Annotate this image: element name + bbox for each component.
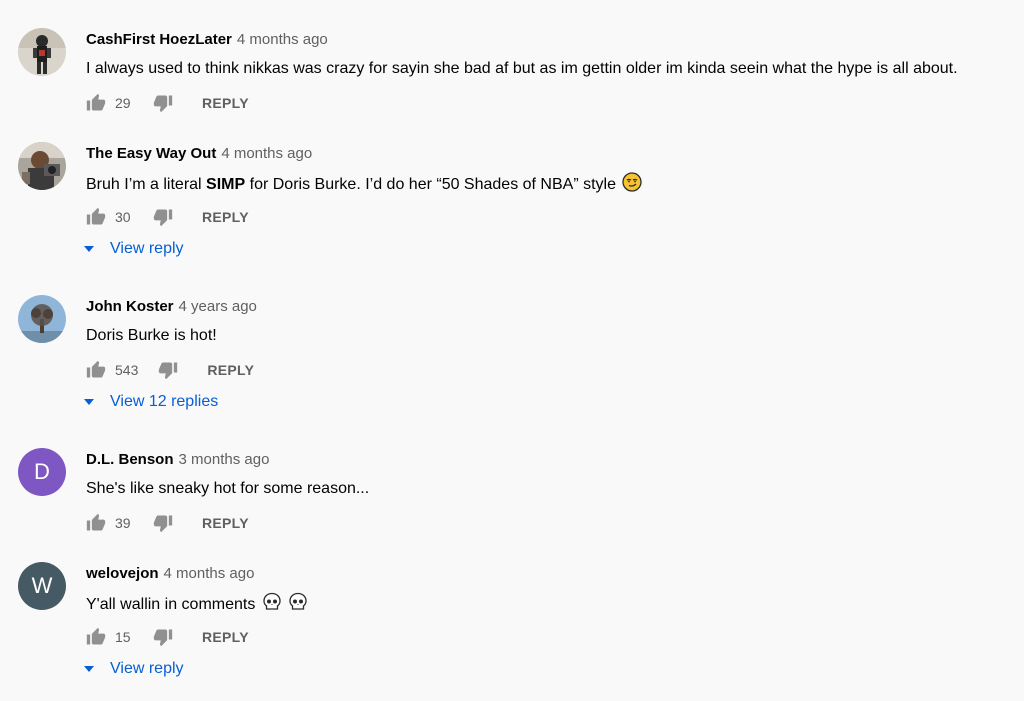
thumb-up-icon[interactable]	[86, 360, 106, 380]
comment-author[interactable]: D.L. Benson	[86, 451, 174, 468]
comment-header: John Koster 4 years ago	[86, 297, 257, 317]
skull-emoji-icon	[289, 592, 307, 610]
like-count: 543	[115, 362, 139, 378]
thumb-up-icon[interactable]	[86, 513, 106, 533]
comment-actions: 29 REPLY	[86, 92, 249, 114]
like-count: 30	[115, 209, 131, 225]
avatar-letter: W	[31, 573, 53, 598]
smirk-emoji-icon	[622, 172, 643, 192]
comment-text: I always used to think nikkas was crazy …	[86, 60, 958, 77]
like-count: 15	[115, 629, 131, 645]
thumb-up-icon[interactable]	[86, 93, 106, 113]
comment-header: The Easy Way Out 4 months ago	[86, 144, 312, 164]
view-replies-button[interactable]: View reply	[84, 660, 184, 678]
comment-header: CashFirst HoezLater 4 months ago	[86, 30, 328, 50]
caret-down-icon	[84, 399, 94, 405]
like-count: 29	[115, 95, 131, 111]
view-replies-label: View reply	[110, 660, 184, 677]
comment-text: Doris Burke is hot!	[86, 327, 217, 344]
thumb-up-icon[interactable]	[86, 627, 106, 647]
thumb-down-icon[interactable]	[153, 207, 173, 227]
view-replies-button[interactable]: View 12 replies	[84, 393, 218, 411]
reply-button[interactable]: REPLY	[202, 209, 249, 225]
comment-time[interactable]: 4 months ago	[221, 145, 312, 162]
thumb-down-icon[interactable]	[153, 627, 173, 647]
comment-author[interactable]: The Easy Way Out	[86, 145, 216, 162]
comment-time[interactable]: 3 months ago	[179, 451, 270, 468]
view-replies-button[interactable]: View reply	[84, 240, 184, 258]
person-photo-avatar-icon	[18, 28, 66, 76]
avatar-letter: D	[34, 459, 50, 484]
reply-button[interactable]: REPLY	[202, 629, 249, 645]
comment-text-bold: SIMP	[206, 176, 246, 193]
avatar[interactable]	[18, 142, 66, 190]
comment-actions: 30 REPLY	[86, 206, 249, 228]
reply-button[interactable]: REPLY	[202, 95, 249, 111]
comment-header: welovejon 4 months ago	[86, 564, 254, 584]
thumb-down-icon[interactable]	[153, 513, 173, 533]
comment-text-part: Bruh I’m a literal	[86, 176, 207, 193]
reply-button[interactable]: REPLY	[202, 515, 249, 531]
thumb-down-icon[interactable]	[153, 93, 173, 113]
thumb-up-icon[interactable]	[86, 207, 106, 227]
comment-actions: 543 REPLY	[86, 359, 254, 381]
comment-time[interactable]: 4 months ago	[237, 31, 328, 48]
tree-photo-avatar-icon	[18, 295, 66, 343]
caret-down-icon	[84, 666, 94, 672]
view-replies-label: View reply	[110, 240, 184, 257]
skull-emoji-icon	[263, 592, 281, 610]
comments-section: CashFirst HoezLater 4 months ago I always…	[0, 0, 1024, 701]
person-photo-avatar-icon	[18, 142, 66, 190]
comment-actions: 15 REPLY	[86, 626, 249, 648]
view-replies-label: View 12 replies	[110, 393, 219, 410]
caret-down-icon	[84, 246, 94, 252]
comment-text-part: for Doris Burke. I’d do her “50 Shades o…	[245, 176, 616, 193]
comment-time[interactable]: 4 years ago	[179, 298, 257, 315]
comment-header: D.L. Benson 3 months ago	[86, 450, 269, 470]
comment-actions: 39 REPLY	[86, 512, 249, 534]
comment-author[interactable]: CashFirst HoezLater	[86, 31, 232, 48]
comment-text-part: Y'all wallin in comments	[86, 596, 256, 613]
avatar[interactable]: D	[18, 448, 66, 496]
comment-text: Bruh I’m a literal SIMP for Doris Burke.…	[86, 172, 643, 196]
like-count: 39	[115, 515, 131, 531]
comment-text: She's like sneaky hot for some reason...	[86, 480, 370, 497]
comment-author[interactable]: welovejon	[86, 565, 159, 582]
reply-button[interactable]: REPLY	[207, 362, 254, 378]
thumb-down-icon[interactable]	[158, 360, 178, 380]
comment-author[interactable]: John Koster	[86, 298, 174, 315]
comment-text: Y'all wallin in comments	[86, 592, 308, 616]
avatar[interactable]: W	[18, 562, 66, 610]
avatar[interactable]	[18, 295, 66, 343]
comment-time[interactable]: 4 months ago	[164, 565, 255, 582]
avatar[interactable]	[18, 28, 66, 76]
